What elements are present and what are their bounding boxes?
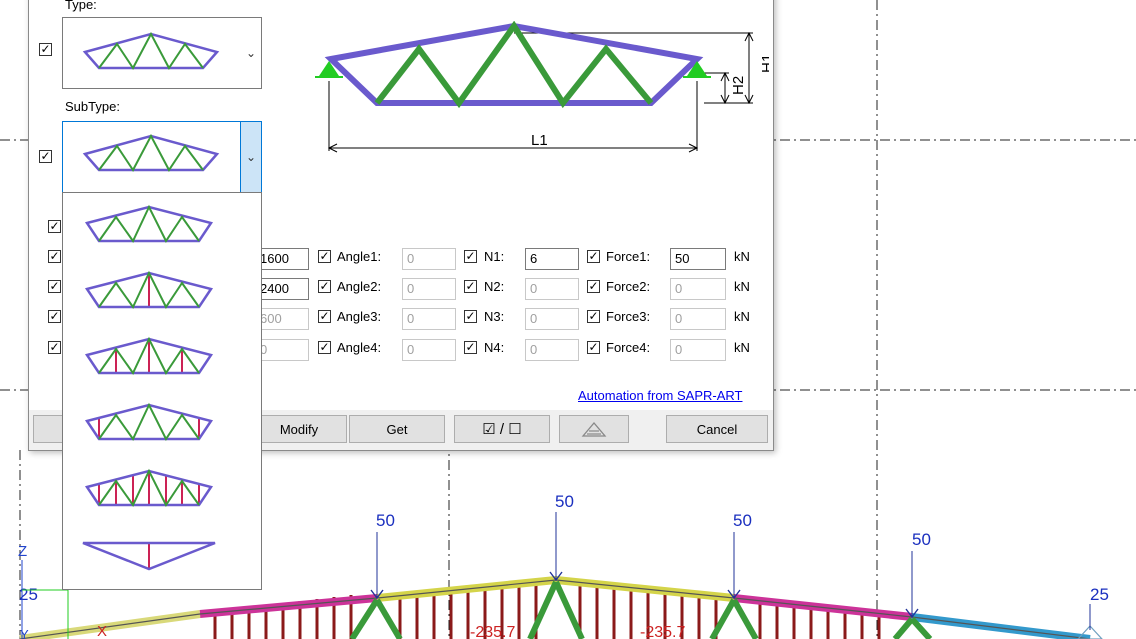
modify-button[interactable]: Modify xyxy=(251,415,347,443)
n1-label: N1: xyxy=(484,249,505,264)
force3-label: Force3: xyxy=(606,309,651,324)
load-label-1: 50 xyxy=(376,511,395,530)
angle2-label: Angle2: xyxy=(337,279,382,294)
row3-checkbox[interactable] xyxy=(48,310,61,323)
truss-diagram: L1 H1 H2 xyxy=(315,21,769,153)
n3-label: N3: xyxy=(484,309,505,324)
truss-option-5-icon xyxy=(84,468,214,507)
axis-y-label: Y xyxy=(20,627,29,639)
force-label-1: -235.7 xyxy=(470,624,515,639)
axis-z-label: Z xyxy=(18,543,27,560)
angle1-input[interactable]: 0 xyxy=(402,248,456,270)
load-label-5: 25 xyxy=(1090,585,1109,604)
force4-unit: kN xyxy=(734,340,750,355)
length1-input[interactable]: 1600 xyxy=(255,248,309,270)
subtype-option-6[interactable] xyxy=(63,525,261,585)
force1-label: Force1: xyxy=(606,249,651,264)
angle2-checkbox[interactable] xyxy=(318,280,331,293)
type-truss-icon xyxy=(82,31,220,70)
automation-link[interactable]: Automation from SAPR-ART xyxy=(578,388,742,403)
n1-input[interactable]: 6 xyxy=(525,248,579,270)
angle3-checkbox[interactable] xyxy=(318,310,331,323)
force1-checkbox[interactable] xyxy=(587,250,600,263)
force2-unit: kN xyxy=(734,279,750,294)
type-checkbox[interactable] xyxy=(39,43,52,56)
subtype-option-2[interactable] xyxy=(63,261,261,321)
n2-input[interactable]: 0 xyxy=(525,278,579,300)
subtype-combo[interactable]: ⌄ xyxy=(62,121,262,193)
row2-checkbox[interactable] xyxy=(48,280,61,293)
row1-checkbox[interactable] xyxy=(48,250,61,263)
force-label-2: -235.7 xyxy=(640,624,685,639)
type-label: Type: xyxy=(65,0,97,12)
load-label-4: 50 xyxy=(912,530,931,549)
angle3-label: Angle3: xyxy=(337,309,382,324)
force4-input[interactable]: 0 xyxy=(670,339,726,361)
force2-input[interactable]: 0 xyxy=(670,278,726,300)
angle1-label: Angle1: xyxy=(337,249,382,264)
truss-view-button[interactable] xyxy=(559,415,629,443)
toggle-all-button[interactable]: ☑ / ☐ xyxy=(454,415,550,443)
triangle-icon xyxy=(581,421,607,437)
force4-label: Force4: xyxy=(606,340,651,355)
truss-option-3-icon xyxy=(84,336,214,375)
subtype-truss-icon xyxy=(82,133,220,172)
axis-x-label: X xyxy=(97,623,107,639)
dim-h1: H1 xyxy=(759,54,769,73)
force3-checkbox[interactable] xyxy=(587,310,600,323)
get-button[interactable]: Get xyxy=(349,415,445,443)
n4-input[interactable]: 0 xyxy=(525,339,579,361)
length4-input[interactable]: 0 xyxy=(255,339,309,361)
subtype-option-3[interactable] xyxy=(63,327,261,387)
force2-checkbox[interactable] xyxy=(587,280,600,293)
force1-input[interactable]: 50 xyxy=(670,248,726,270)
row4-checkbox[interactable] xyxy=(48,341,61,354)
truss-option-6-icon xyxy=(82,541,216,571)
force2-label: Force2: xyxy=(606,279,651,294)
chevron-down-icon[interactable]: ⌄ xyxy=(241,18,261,88)
subtype-option-5[interactable] xyxy=(63,459,261,519)
dim-h2: H2 xyxy=(730,76,747,95)
subtype-dropdown-list[interactable] xyxy=(62,192,262,590)
load-label-2: 50 xyxy=(555,492,574,511)
type-combo[interactable]: ⌄ xyxy=(62,17,262,89)
n4-checkbox[interactable] xyxy=(464,341,477,354)
truss-option-2-icon xyxy=(84,270,214,309)
angle2-input[interactable]: 0 xyxy=(402,278,456,300)
angle1-checkbox[interactable] xyxy=(318,250,331,263)
chevron-down-icon[interactable]: ⌄ xyxy=(240,122,261,192)
angle4-input[interactable]: 0 xyxy=(402,339,456,361)
param-checkbox-0[interactable] xyxy=(48,220,61,233)
load-label-3: 50 xyxy=(733,511,752,530)
n2-label: N2: xyxy=(484,279,505,294)
dim-l1: L1 xyxy=(531,132,548,149)
subtype-label: SubType: xyxy=(65,99,120,114)
cancel-button[interactable]: Cancel xyxy=(666,415,768,443)
n1-checkbox[interactable] xyxy=(464,250,477,263)
truss-option-4-icon xyxy=(84,402,214,441)
n4-label: N4: xyxy=(484,340,505,355)
n2-checkbox[interactable] xyxy=(464,280,477,293)
length2-input[interactable]: 2400 xyxy=(255,278,309,300)
angle3-input[interactable]: 0 xyxy=(402,308,456,330)
length3-input[interactable]: 600 xyxy=(255,308,309,330)
force4-checkbox[interactable] xyxy=(587,341,600,354)
n3-checkbox[interactable] xyxy=(464,310,477,323)
angle4-checkbox[interactable] xyxy=(318,341,331,354)
force1-unit: kN xyxy=(734,249,750,264)
force3-unit: kN xyxy=(734,309,750,324)
force3-input[interactable]: 0 xyxy=(670,308,726,330)
subtype-option-4[interactable] xyxy=(63,393,261,453)
truss-option-1-icon xyxy=(84,204,214,243)
angle4-label: Angle4: xyxy=(337,340,382,355)
n3-input[interactable]: 0 xyxy=(525,308,579,330)
subtype-option-1[interactable] xyxy=(63,195,261,255)
subtype-checkbox[interactable] xyxy=(39,150,52,163)
